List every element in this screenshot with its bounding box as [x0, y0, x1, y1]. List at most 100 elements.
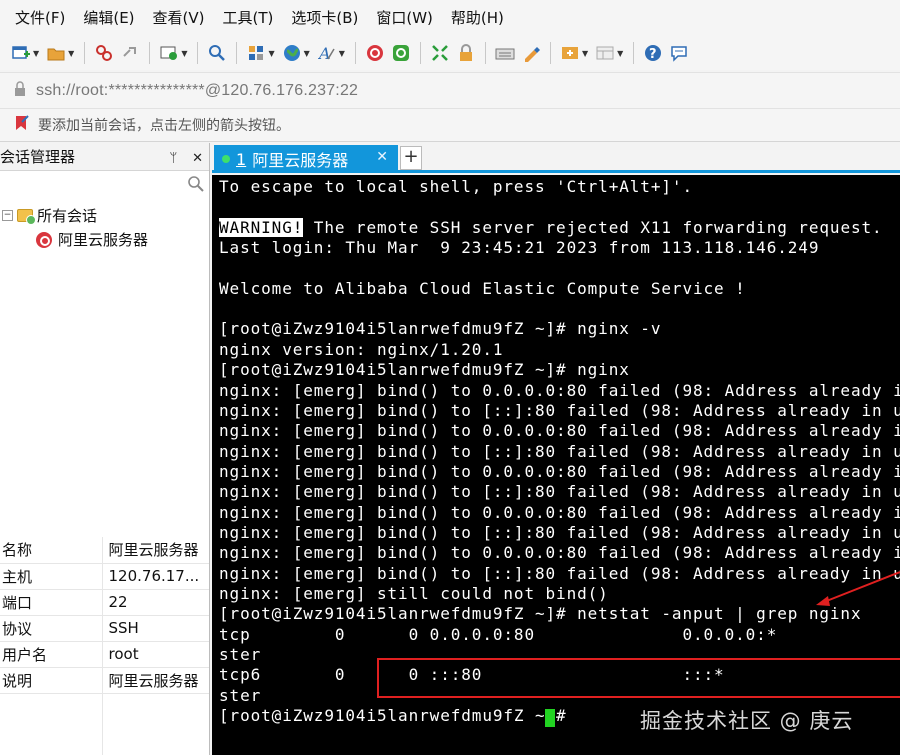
- search-icon[interactable]: [187, 175, 205, 197]
- property-row: 名称 阿里云服务器: [0, 537, 209, 564]
- bookmark-arrow-icon[interactable]: [14, 114, 30, 136]
- tree-session-item[interactable]: 阿里云服务器: [36, 229, 148, 250]
- lock-icon[interactable]: [455, 42, 477, 64]
- menu-view[interactable]: 查看(V): [144, 0, 214, 36]
- menu-edit[interactable]: 编辑(E): [74, 0, 143, 36]
- chevron-down-icon[interactable]: ▼: [268, 49, 274, 58]
- xftp-icon[interactable]: [390, 42, 412, 64]
- search-row: [0, 171, 209, 201]
- property-row: 端口 22: [0, 589, 209, 616]
- property-key: 用户名: [0, 641, 103, 668]
- property-key: 端口: [0, 589, 103, 616]
- toolbar-separator: [149, 42, 151, 64]
- terminal-line: [root@iZwz9104i5lanrwefdmu9fZ ~]# netsta…: [219, 604, 862, 624]
- add-tab-button[interactable]: +: [400, 146, 422, 170]
- terminal-line: To escape to local shell, press 'Ctrl+Al…: [219, 177, 693, 196]
- hint-bar: 要添加当前会话，点击左侧的箭头按钮。: [0, 108, 900, 142]
- folder-icon: [17, 209, 36, 225]
- menu-tabs[interactable]: 选项卡(B): [282, 0, 367, 36]
- tab-label: 阿里云服务器: [252, 151, 349, 170]
- hint-text: 要添加当前会话，点击左侧的箭头按钮。: [38, 118, 290, 134]
- disconnect-icon[interactable]: [93, 42, 115, 64]
- tree-folder-all-sessions[interactable]: − 所有会话: [2, 205, 97, 226]
- close-icon[interactable]: ✕: [192, 151, 203, 166]
- chevron-down-icon[interactable]: ▼: [304, 49, 310, 58]
- toolbar-separator: [419, 42, 421, 64]
- terminal-line: nginx: [emerg] still could not bind(): [219, 584, 609, 603]
- lock-icon: [14, 80, 26, 101]
- terminal-line: nginx: [emerg] bind() to [::]:80 failed …: [219, 563, 900, 583]
- tree-session-label: 阿里云服务器: [58, 231, 149, 249]
- property-key: 说明: [0, 667, 103, 694]
- toolbar-separator: [484, 42, 486, 64]
- terminal-line: tcp 0 0 0.0.0.0:80 0.0.0.0:* LIS: [219, 624, 900, 644]
- annotation-arrow-icon: [816, 571, 900, 606]
- toolbar-separator: [354, 42, 356, 64]
- terminal-line-text: The remote SSH server rejected X11 forwa…: [303, 217, 883, 237]
- panel-header: 会话管理器 ᛘ ✕: [0, 143, 209, 171]
- session-properties: 名称 阿里云服务器 主机 120.76.17... 端口 22 协议 SSH 用户名 ro…: [0, 537, 209, 694]
- help-icon[interactable]: ?: [642, 42, 664, 64]
- font-icon[interactable]: A: [316, 42, 338, 64]
- menu-tools[interactable]: 工具(T): [214, 0, 283, 36]
- menu-file[interactable]: 文件(F): [6, 0, 74, 36]
- address-text[interactable]: ssh://root:***************@120.76.176.23…: [36, 82, 358, 100]
- terminal-line: nginx: [emerg] bind() to [::]:80 failed …: [219, 482, 900, 502]
- terminal-line: [root@iZwz9104i5lanrwefdmu9fZ ~]# nginx …: [219, 319, 662, 339]
- menu-window[interactable]: 窗口(W): [367, 0, 442, 36]
- connected-dot-icon: [222, 155, 230, 163]
- property-row: 主机 120.76.17...: [0, 563, 209, 590]
- terminal-line: WARNING! The remote SSH server rejected …: [219, 217, 883, 238]
- terminal-line: Last login: Thu Mar 9 23:45:21 2023 from…: [219, 238, 820, 258]
- terminal-line: nginx: [emerg] bind() to 0.0.0.0:80 fail…: [219, 543, 900, 563]
- terminal-line: nginx: [emerg] bind() to 0.0.0.0:80 fail…: [219, 421, 900, 441]
- highlight-icon[interactable]: [520, 42, 542, 64]
- keyboard-icon[interactable]: [494, 42, 516, 64]
- warning-label: WARNING!: [219, 217, 304, 237]
- toolbar-separator: [236, 42, 238, 64]
- terminal-line: [root@iZwz9104i5lanrwefdmu9fZ ~]# nginx: [219, 360, 630, 380]
- property-value: 120.76.17...: [102, 563, 209, 590]
- column-divider: [102, 693, 103, 755]
- xshell-icon[interactable]: [364, 42, 386, 64]
- properties-icon[interactable]: [245, 42, 267, 64]
- new-session-icon[interactable]: [10, 42, 32, 64]
- layout-icon[interactable]: [594, 42, 616, 64]
- chevron-down-icon[interactable]: ▼: [617, 49, 623, 58]
- watermark: 掘金技术社区 @ 庚云: [640, 709, 854, 733]
- property-row: 说明 阿里云服务器: [0, 667, 209, 694]
- pin-icon[interactable]: ᛘ: [170, 151, 178, 166]
- terminal[interactable]: To escape to local shell, press 'Ctrl+Al…: [212, 175, 900, 755]
- address-bar[interactable]: ssh://root:***************@120.76.176.23…: [0, 72, 900, 108]
- reconnect-icon[interactable]: [119, 42, 141, 64]
- add-icon[interactable]: [559, 42, 581, 64]
- session-tree: − 所有会话 阿里云服务器: [0, 201, 209, 501]
- new-tab-icon[interactable]: [158, 42, 180, 64]
- terminal-line: nginx: [emerg] bind() to [::]:80 failed …: [219, 441, 900, 461]
- chat-icon[interactable]: [668, 42, 690, 64]
- property-value: SSH: [102, 615, 209, 642]
- chevron-down-icon[interactable]: ▼: [582, 49, 588, 58]
- find-icon[interactable]: [206, 42, 228, 64]
- globe-icon[interactable]: [281, 42, 303, 64]
- open-folder-icon[interactable]: [45, 42, 67, 64]
- terminal-line: nginx: [emerg] bind() to 0.0.0.0:80 fail…: [219, 502, 900, 522]
- tab-number: 1: [236, 149, 247, 169]
- terminal-line: nginx: [emerg] bind() to 0.0.0.0:80 fail…: [219, 380, 900, 400]
- menu-help[interactable]: 帮助(H): [442, 0, 513, 36]
- tab-session[interactable]: 1 阿里云服务器 ✕: [214, 145, 398, 173]
- terminal-line: nginx: [emerg] bind() to [::]:80 failed …: [219, 522, 900, 542]
- toolbar-separator: [549, 42, 551, 64]
- chevron-down-icon[interactable]: ▼: [181, 49, 187, 58]
- chevron-down-icon[interactable]: ▼: [33, 49, 39, 58]
- property-key: 协议: [0, 615, 103, 642]
- chevron-down-icon[interactable]: ▼: [68, 49, 74, 58]
- chevron-down-icon[interactable]: ▼: [339, 49, 345, 58]
- property-row: 用户名 root: [0, 641, 209, 668]
- tree-folder-label: 所有会话: [37, 207, 98, 225]
- collapse-icon[interactable]: −: [2, 210, 13, 221]
- menu-bar: 文件(F) 编辑(E) 查看(V) 工具(T) 选项卡(B) 窗口(W) 帮助(…: [0, 0, 900, 36]
- property-value: 阿里云服务器: [102, 537, 209, 564]
- close-icon[interactable]: ✕: [376, 149, 388, 165]
- fullscreen-icon[interactable]: [429, 42, 451, 64]
